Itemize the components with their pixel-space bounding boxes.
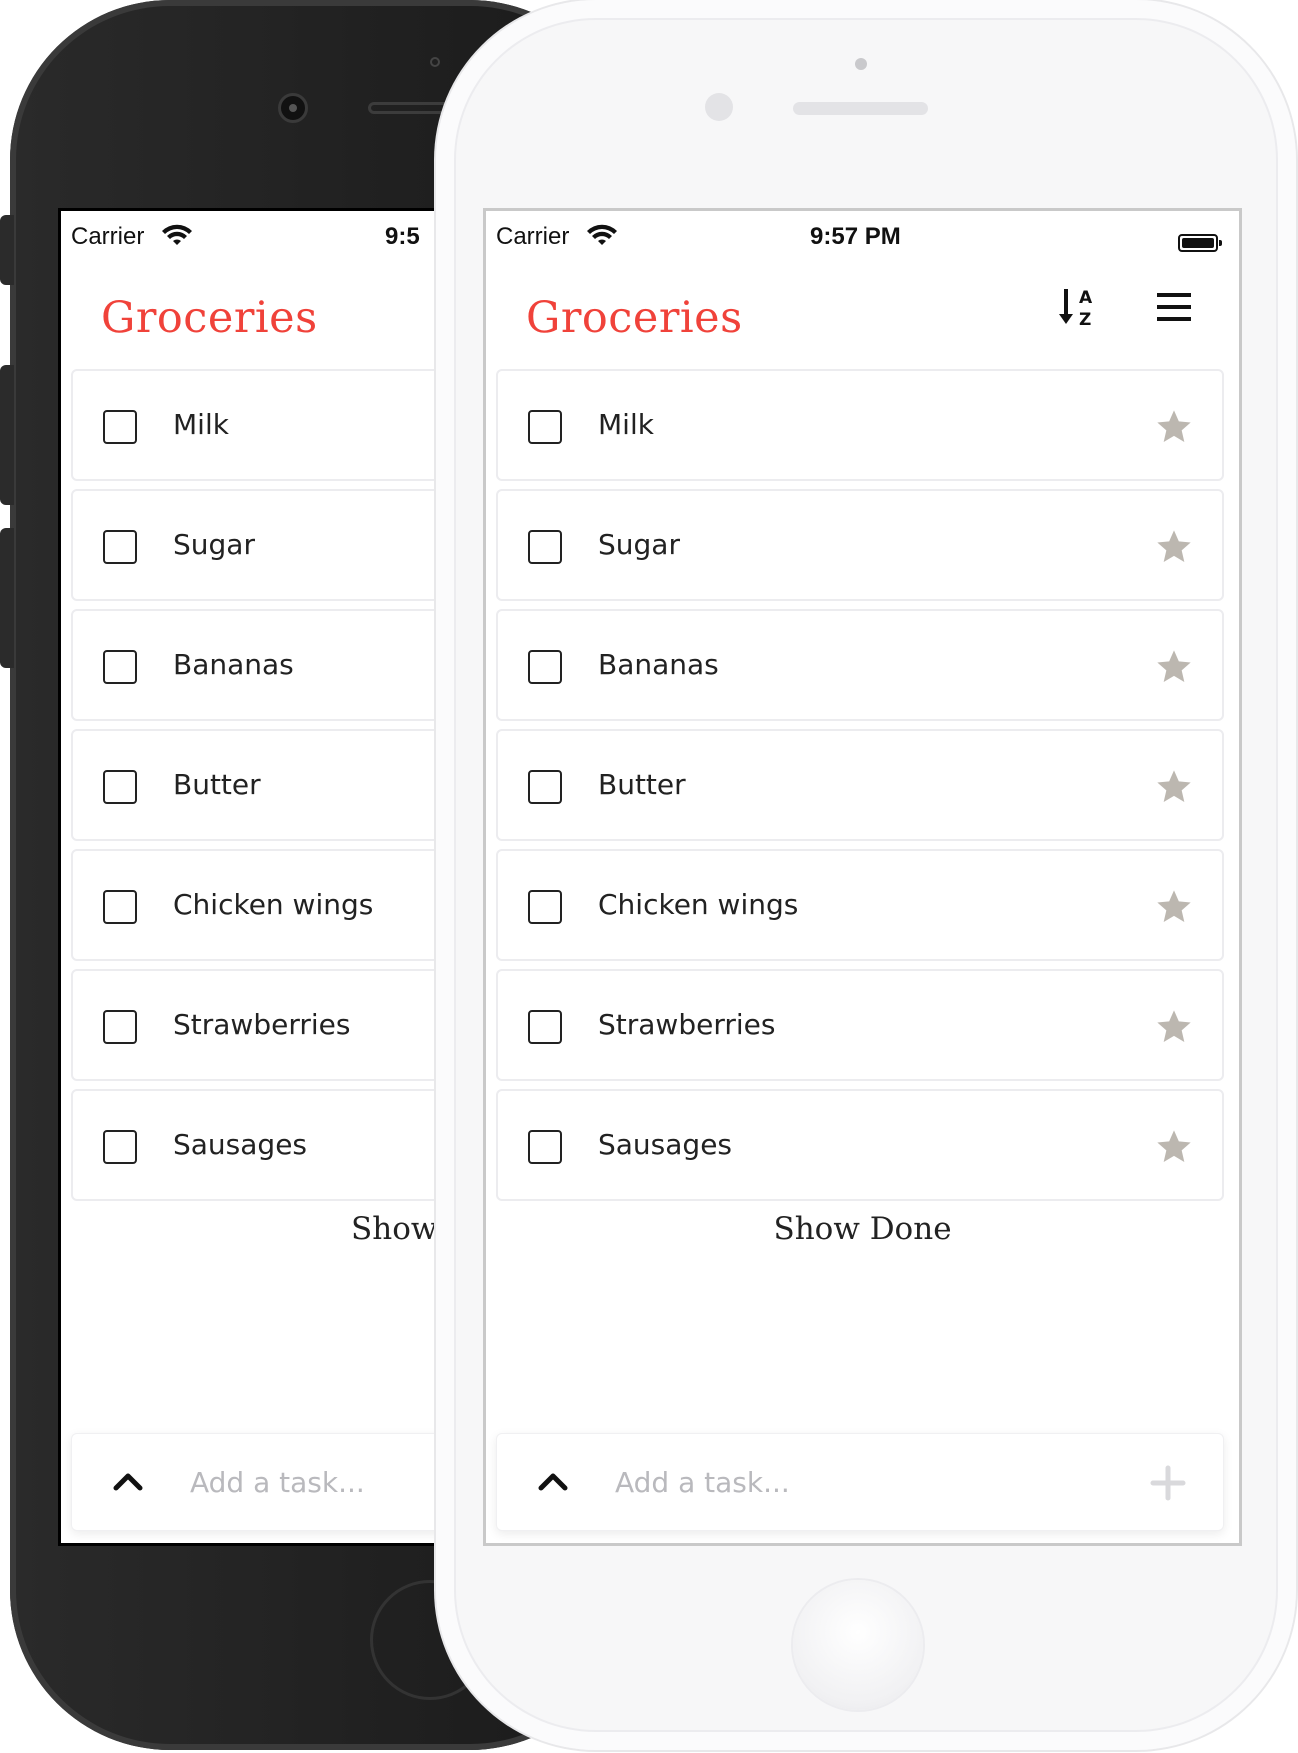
list-item[interactable]: Milk bbox=[496, 369, 1224, 481]
list-item[interactable]: Strawberries bbox=[496, 969, 1224, 1081]
hamburger-menu-icon[interactable] bbox=[1151, 283, 1199, 331]
svg-text:A: A bbox=[1079, 288, 1093, 308]
checkbox[interactable] bbox=[528, 1130, 562, 1164]
volume-up-button bbox=[0, 365, 14, 505]
side-button bbox=[0, 215, 14, 285]
carrier-label: Carrier bbox=[496, 223, 570, 250]
task-label: Sugar bbox=[173, 528, 255, 561]
checkbox[interactable] bbox=[103, 650, 137, 684]
task-label: Sausages bbox=[598, 1128, 733, 1161]
home-button[interactable] bbox=[793, 1580, 923, 1710]
sensor-dot bbox=[430, 57, 440, 67]
task-label: Sugar bbox=[598, 528, 680, 561]
checkbox[interactable] bbox=[103, 1010, 137, 1044]
star-icon[interactable] bbox=[1154, 767, 1194, 807]
show-done-button[interactable]: Show Done bbox=[486, 1211, 1239, 1247]
star-icon[interactable] bbox=[1154, 527, 1194, 567]
list-item[interactable]: Bananas bbox=[496, 609, 1224, 721]
status-time: 9:57 PM bbox=[810, 223, 901, 250]
list-item[interactable]: Sugar bbox=[496, 489, 1224, 601]
earpiece-speaker bbox=[793, 102, 928, 115]
star-icon[interactable] bbox=[1154, 1127, 1194, 1167]
star-icon[interactable] bbox=[1154, 407, 1194, 447]
checkbox[interactable] bbox=[103, 1130, 137, 1164]
task-label: Bananas bbox=[173, 648, 294, 681]
plus-icon[interactable] bbox=[1149, 1464, 1187, 1502]
task-label: Chicken wings bbox=[598, 888, 799, 921]
add-task-input[interactable] bbox=[615, 1460, 1095, 1504]
task-label: Strawberries bbox=[173, 1008, 351, 1041]
checkbox[interactable] bbox=[528, 1010, 562, 1044]
checkbox[interactable] bbox=[528, 650, 562, 684]
page-title: Groceries bbox=[526, 293, 743, 343]
phone-screen-white: Carrier 9:57 PM Groceries A Z Milk Sugar… bbox=[483, 208, 1242, 1546]
list-item[interactable]: Sausages bbox=[496, 1089, 1224, 1201]
star-icon[interactable] bbox=[1154, 1007, 1194, 1047]
star-icon[interactable] bbox=[1154, 887, 1194, 927]
status-time: 9:5 bbox=[385, 223, 420, 250]
task-label: Chicken wings bbox=[173, 888, 374, 921]
wifi-icon bbox=[587, 224, 617, 245]
sort-alpha-icon[interactable]: A Z bbox=[1056, 283, 1104, 331]
list-item[interactable]: Butter bbox=[496, 729, 1224, 841]
checkbox[interactable] bbox=[528, 410, 562, 444]
task-label: Butter bbox=[173, 768, 261, 801]
battery-icon bbox=[1178, 234, 1222, 252]
wifi-icon bbox=[162, 224, 192, 245]
task-label: Sausages bbox=[173, 1128, 308, 1161]
list-item[interactable]: Chicken wings bbox=[496, 849, 1224, 961]
chevron-up-icon[interactable] bbox=[537, 1468, 569, 1494]
checkbox[interactable] bbox=[528, 890, 562, 924]
task-label: Milk bbox=[173, 408, 229, 441]
task-label: Bananas bbox=[598, 648, 719, 681]
checkbox[interactable] bbox=[528, 770, 562, 804]
task-list: Milk Sugar Bananas Butter Chicken wings … bbox=[496, 369, 1224, 1209]
volume-down-button bbox=[0, 528, 14, 668]
checkbox[interactable] bbox=[103, 890, 137, 924]
checkbox[interactable] bbox=[103, 770, 137, 804]
task-label: Strawberries bbox=[598, 1008, 776, 1041]
sensor-dot bbox=[855, 58, 867, 70]
carrier-label: Carrier bbox=[71, 223, 145, 250]
task-label: Milk bbox=[598, 408, 654, 441]
show-done-button[interactable]: Show bbox=[351, 1211, 437, 1247]
task-label: Butter bbox=[598, 768, 686, 801]
front-camera-icon bbox=[705, 93, 733, 121]
star-icon[interactable] bbox=[1154, 647, 1194, 687]
add-task-bar bbox=[496, 1433, 1224, 1531]
front-camera-icon bbox=[278, 93, 308, 123]
checkbox[interactable] bbox=[103, 410, 137, 444]
chevron-up-icon[interactable] bbox=[112, 1468, 144, 1494]
svg-text:Z: Z bbox=[1079, 310, 1091, 330]
checkbox[interactable] bbox=[528, 530, 562, 564]
page-title: Groceries bbox=[101, 293, 318, 343]
checkbox[interactable] bbox=[103, 530, 137, 564]
